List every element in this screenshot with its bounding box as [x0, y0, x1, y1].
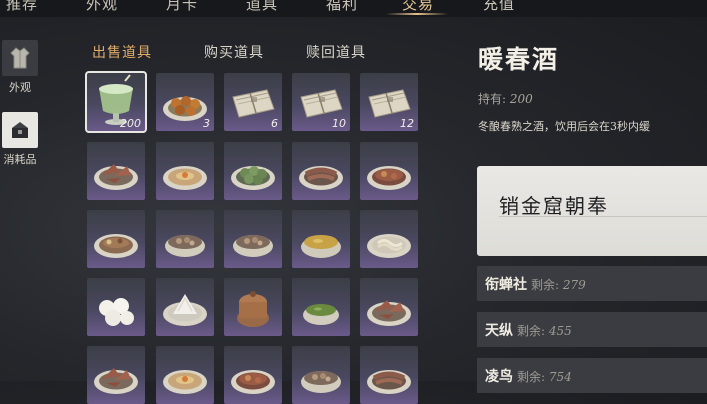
dish-mixed-icon — [94, 234, 138, 258]
remain-label: 剩余: — [531, 278, 560, 292]
top-tab[interactable]: 交易 — [402, 0, 434, 14]
remain-value: 455 — [548, 324, 572, 338]
inventory-slot[interactable] — [156, 278, 214, 336]
top-nav: 推荐 外观 月卡 道具 福利 交易 充值 — [0, 0, 707, 17]
inventory-slot[interactable] — [156, 346, 214, 404]
inventory-slot[interactable] — [360, 278, 418, 336]
dish-bowl-icon — [233, 235, 273, 257]
top-tab[interactable]: 外观 — [86, 0, 118, 14]
inventory-slot[interactable] — [292, 210, 350, 268]
dish-plate-icon — [163, 370, 207, 394]
soup-bowl-icon — [301, 235, 341, 258]
sidebar-item-appearance[interactable]: 外观 — [0, 40, 40, 95]
seller-row-name: 衔蝉社 — [485, 277, 527, 293]
item-quantity: 12 — [400, 117, 414, 130]
seller-row-name: 天纵 — [485, 323, 513, 339]
inventory-slot[interactable] — [87, 142, 145, 200]
dish-meat-icon — [94, 164, 138, 190]
inventory-slot[interactable] — [292, 142, 350, 200]
seller-row[interactable]: 天纵 剩余: 455 — [477, 312, 707, 347]
inventory-slot[interactable]: 6 — [224, 73, 282, 131]
dish-sliced-icon — [299, 166, 343, 190]
dish-bowl-icon — [165, 235, 205, 257]
top-tab[interactable]: 推荐 — [6, 0, 38, 14]
sidebar-item-consumables[interactable]: 消耗品 — [0, 112, 40, 167]
sidebar-item-label: 外观 — [9, 81, 31, 94]
item-quantity: 6 — [271, 117, 278, 130]
inventory-slot[interactable] — [224, 278, 282, 336]
inventory-slot[interactable]: 12 — [360, 73, 418, 131]
inventory-slot[interactable] — [292, 346, 350, 404]
item-quantity: 200 — [120, 117, 141, 130]
seller-name: 销金窟朝奉 — [499, 194, 609, 218]
selected-seller-card[interactable]: 销金窟朝奉 — [477, 166, 707, 256]
seller-row[interactable]: 凌鸟 剩余: 754 — [477, 358, 707, 393]
inventory-slot[interactable] — [156, 210, 214, 268]
inventory-slot[interactable] — [87, 278, 145, 336]
top-tab[interactable]: 道具 — [246, 0, 278, 14]
dish-plate-icon — [163, 166, 207, 190]
inventory-slot[interactable] — [156, 142, 214, 200]
sidebar-item-label: 消耗品 — [3, 153, 37, 166]
owned-value: 200 — [509, 92, 533, 106]
remain-label: 剩余: — [517, 370, 546, 384]
buns-icon — [99, 298, 134, 326]
dish-sliced-icon — [367, 370, 411, 394]
divider — [499, 216, 707, 217]
inventory-slot[interactable] — [360, 142, 418, 200]
inventory-slot[interactable] — [292, 278, 350, 336]
inventory-slot[interactable] — [224, 210, 282, 268]
dish-meat-icon — [94, 368, 138, 394]
top-tab[interactable]: 月卡 — [166, 0, 198, 14]
inventory-slot[interactable]: 200 — [85, 71, 147, 133]
remain-value: 279 — [562, 278, 586, 292]
rice-mound-icon — [163, 294, 207, 326]
inventory-slot[interactable] — [224, 346, 282, 404]
seller-row[interactable]: 衔蝉社 剩余: 279 — [477, 266, 707, 301]
inventory-slot[interactable] — [360, 210, 418, 268]
item-quantity: 3 — [203, 117, 210, 130]
inventory-slot[interactable] — [360, 346, 418, 404]
consumable-icon — [2, 112, 38, 148]
remain-value: 754 — [548, 370, 572, 384]
tea-bowl-icon — [303, 304, 339, 325]
item-description: 冬酿春熟之酒，饮用后会在3秒内缓 — [478, 120, 650, 133]
dish-greens-icon — [231, 166, 275, 190]
dish-noodles-icon — [367, 234, 411, 258]
dish-bowl-icon — [301, 371, 341, 393]
tab-buy-items[interactable]: 购买道具 — [204, 42, 264, 62]
clay-pot-icon — [237, 291, 269, 327]
dish-stew-icon — [231, 370, 275, 394]
item-quantity: 10 — [332, 117, 346, 130]
top-tab[interactable]: 福利 — [326, 0, 358, 14]
owned-count: 持有: 200 — [478, 90, 533, 107]
tab-redeem-items[interactable]: 赎回道具 — [306, 42, 366, 62]
owned-label: 持有: — [478, 92, 507, 106]
inventory-slot[interactable] — [224, 142, 282, 200]
dish-stew-icon — [367, 166, 411, 190]
inventory-slot[interactable] — [87, 210, 145, 268]
top-tab[interactable]: 充值 — [483, 0, 515, 14]
inventory-slot[interactable]: 10 — [292, 73, 350, 131]
item-title: 暖春酒 — [478, 45, 560, 74]
remain-label: 剩余: — [517, 324, 546, 338]
inventory-slot[interactable] — [87, 346, 145, 404]
seller-row-name: 凌鸟 — [485, 369, 513, 385]
tab-sell-items[interactable]: 出售道具 — [92, 42, 152, 62]
dish-meat-icon — [367, 300, 411, 326]
inventory-slot[interactable]: 3 — [156, 73, 214, 131]
robe-icon — [2, 40, 38, 76]
